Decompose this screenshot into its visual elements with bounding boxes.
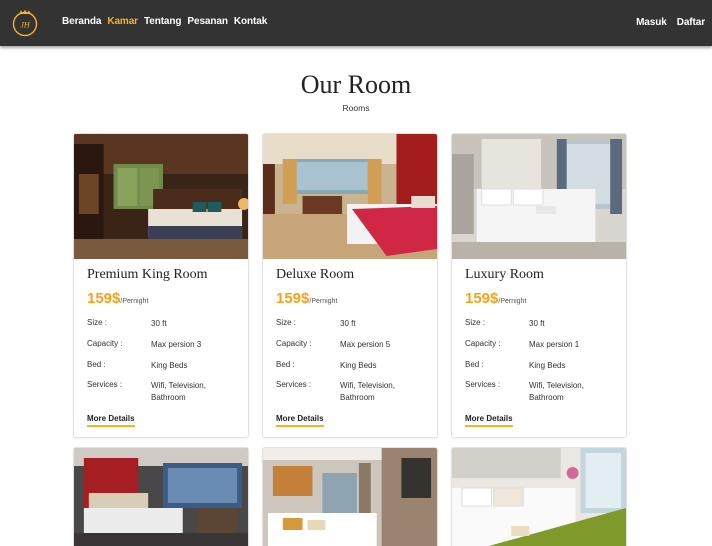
room-photo[interactable]: [452, 134, 626, 259]
nav-link-kontak[interactable]: Kontak: [234, 16, 267, 27]
price-value: 159$: [465, 290, 499, 307]
spec-label: Size :: [276, 318, 297, 327]
spec-label: Size :: [465, 318, 486, 327]
room-card: Premium King Room 159$/Pernight Size : 3…: [73, 133, 249, 438]
room-photo[interactable]: [74, 134, 248, 259]
price-unit: /Pernight: [309, 298, 338, 305]
room-name: Deluxe Room: [276, 267, 355, 282]
spec-value: King Beds: [151, 361, 188, 370]
price-unit: /Pernight: [498, 298, 527, 305]
spec-label: Capacity :: [87, 339, 123, 348]
spec-label: Bed :: [276, 360, 295, 369]
navbar: JH Beranda Kamar Tentang Pesanan Kontak …: [0, 0, 712, 46]
spec-label: Capacity :: [465, 339, 501, 348]
price-value: 159$: [276, 290, 310, 307]
nav-link-pesanan[interactable]: Pesanan: [187, 16, 228, 27]
spec-value: 30 ft: [151, 319, 167, 328]
room-card: [262, 447, 438, 546]
nav-link-kamar[interactable]: Kamar: [107, 16, 138, 27]
room-card: Deluxe Room 159$/Pernight Size : 30 ft C…: [262, 133, 438, 438]
spec-value: 30 ft: [529, 319, 545, 328]
room-card: [73, 447, 249, 546]
spec-label: Services :: [276, 380, 312, 389]
spec-label: Bed :: [465, 360, 484, 369]
spec-value: King Beds: [529, 361, 566, 370]
room-photo[interactable]: [452, 448, 626, 546]
spec-value: Wifi, Television, Bathroom: [151, 381, 206, 402]
spec-label: Size :: [87, 318, 108, 327]
spec-value: Wifi, Television, Bathroom: [529, 381, 584, 402]
price-unit: /Pernight: [120, 298, 149, 305]
spec-value: Wifi, Television, Bathroom: [340, 381, 395, 402]
price-value: 159$: [87, 290, 121, 307]
room-price: 159$/Pernight: [87, 290, 148, 308]
more-details-link[interactable]: More Details: [276, 414, 324, 427]
spec-label: Services :: [87, 380, 123, 389]
spec-value: King Beds: [340, 361, 377, 370]
room-name: Premium King Room: [87, 267, 208, 282]
room-card: [451, 447, 627, 546]
hotel-logo-icon[interactable]: JH: [11, 9, 39, 37]
room-photo[interactable]: [263, 134, 437, 259]
room-price: 159$/Pernight: [276, 290, 337, 308]
spec-label: Services :: [465, 380, 501, 389]
room-photo[interactable]: [74, 448, 248, 546]
auth-nav: Masuk Daftar: [626, 17, 705, 28]
spec-value: Max persion 1: [529, 340, 580, 349]
room-card: Luxury Room 159$/Pernight Size : 30 ft C…: [451, 133, 627, 438]
spec-label: Capacity :: [276, 339, 312, 348]
room-price: 159$/Pernight: [465, 290, 526, 308]
spec-value: Max persion 5: [340, 340, 391, 349]
page-subtitle: Rooms: [342, 103, 370, 113]
room-photo[interactable]: [263, 448, 437, 546]
logo-text: JH: [20, 21, 31, 30]
more-details-link[interactable]: More Details: [465, 414, 513, 427]
page-title: Our Room: [300, 70, 412, 99]
nav-link-tentang[interactable]: Tentang: [144, 16, 182, 27]
spec-value: 30 ft: [340, 319, 356, 328]
nav-link-beranda[interactable]: Beranda: [62, 16, 101, 27]
register-link[interactable]: Daftar: [677, 17, 705, 28]
more-details-link[interactable]: More Details: [87, 414, 135, 427]
login-link[interactable]: Masuk: [636, 17, 667, 28]
room-name: Luxury Room: [465, 267, 544, 282]
spec-value: Max persion 3: [151, 340, 202, 349]
spec-label: Bed :: [87, 360, 106, 369]
main-nav: Beranda Kamar Tentang Pesanan Kontak: [62, 16, 273, 27]
